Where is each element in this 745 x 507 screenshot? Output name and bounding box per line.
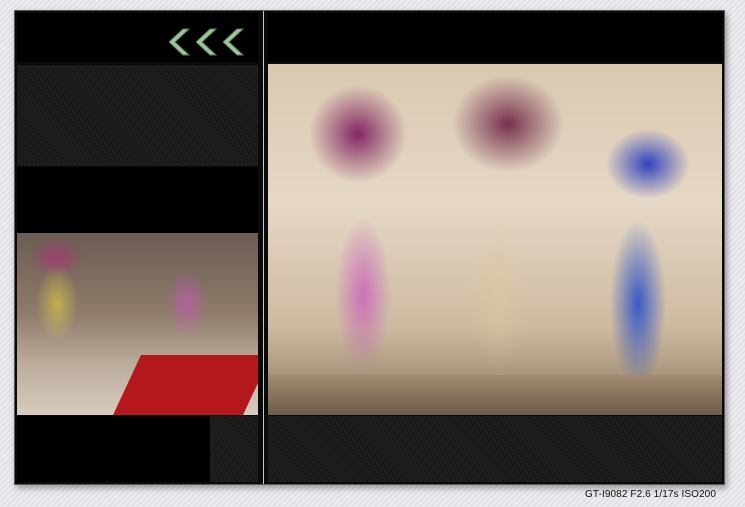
back-arrows[interactable]: [169, 27, 250, 57]
chevron-left-icon: [169, 28, 191, 56]
exif-caption: GT-I9082 F2.6 1/17s ISO200: [585, 489, 717, 500]
left-bottom-panel: [17, 416, 210, 482]
chevron-left-icon: [223, 28, 245, 56]
left-band-panel: [17, 167, 258, 233]
left-photo[interactable]: [17, 233, 258, 415]
chevron-left-icon: [196, 28, 218, 56]
right-top-panel: [268, 13, 722, 62]
collage-frame: [14, 10, 725, 485]
left-texture-panel: [17, 65, 258, 166]
panel-divider: [263, 11, 264, 484]
red-carpet: [113, 355, 258, 415]
photo-floor: [268, 375, 722, 415]
right-photo[interactable]: [268, 64, 722, 415]
left-bottom-texture: [210, 416, 258, 482]
left-top-panel: [17, 13, 258, 62]
right-bottom-panel: [268, 416, 722, 482]
